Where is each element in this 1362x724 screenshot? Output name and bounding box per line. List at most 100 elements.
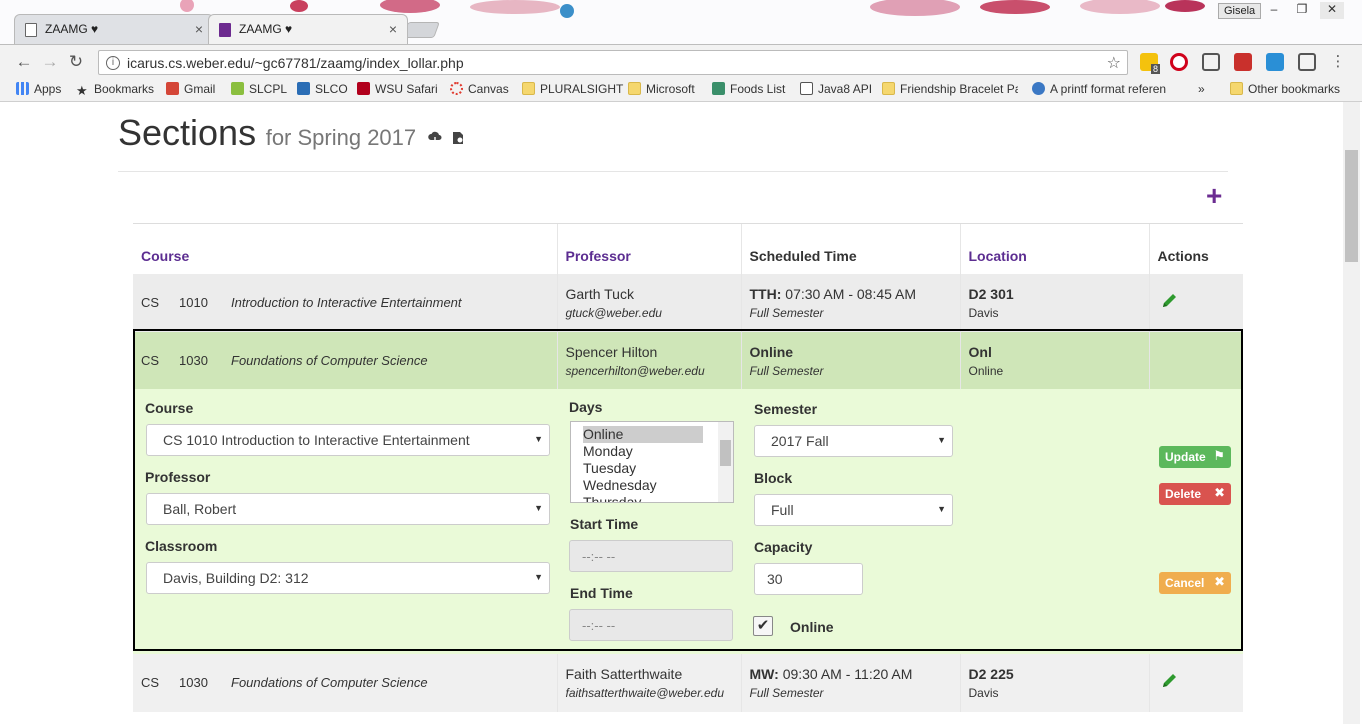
bookmark-printf-reference[interactable]: A printf format referen bbox=[1032, 82, 1168, 96]
close-window-button[interactable]: ✕ bbox=[1320, 2, 1344, 19]
course-dept: CS bbox=[141, 295, 160, 310]
screenshot-icon[interactable] bbox=[1266, 53, 1284, 71]
days-scroll-thumb[interactable] bbox=[720, 440, 731, 466]
bookmark-label: Foods List bbox=[730, 82, 786, 96]
update-button[interactable]: Update ⚑ bbox=[1159, 446, 1231, 468]
table-header-row: Course Professor Scheduled Time Location… bbox=[133, 223, 1243, 274]
bookmark-wsu-safari[interactable]: WSU Safari bbox=[357, 82, 438, 96]
folder-icon bbox=[522, 82, 535, 95]
bookmark-apps[interactable]: Apps bbox=[16, 82, 61, 96]
end-time-label: End Time bbox=[570, 585, 633, 601]
bookmark-canvas[interactable]: Canvas bbox=[450, 82, 509, 96]
page-header: Sections for Spring 2017 bbox=[118, 112, 465, 154]
theme-flower-decoration bbox=[380, 0, 440, 13]
tab-zaamg-1[interactable]: ZAAMG ♥ × bbox=[14, 14, 214, 44]
add-section-button[interactable]: + bbox=[1206, 182, 1222, 210]
wsu-favicon-icon bbox=[219, 23, 231, 37]
bookmark-other-bookmarks[interactable]: Other bookmarks bbox=[1230, 82, 1340, 96]
days-option[interactable]: Wednesday bbox=[583, 477, 733, 494]
professor-select[interactable]: Ball, Robert ▼ bbox=[146, 493, 550, 525]
opera-icon[interactable] bbox=[1170, 53, 1188, 71]
end-time-input[interactable]: --:-- -- bbox=[569, 609, 733, 641]
block-select[interactable]: Full ▼ bbox=[754, 494, 953, 526]
semester-select[interactable]: 2017 Fall ▼ bbox=[754, 425, 953, 457]
classroom-label: Classroom bbox=[145, 538, 218, 554]
days-option[interactable]: Online bbox=[583, 426, 703, 443]
bookmark-label: Apps bbox=[34, 82, 62, 96]
location-room: D2 225 bbox=[968, 665, 1014, 682]
bookmark-foods-list[interactable]: Foods List bbox=[712, 82, 785, 96]
schedule-days: TTH: bbox=[749, 285, 782, 302]
bookmark-microsoft[interactable]: Microsoft bbox=[628, 82, 695, 96]
days-multiselect[interactable]: Online Monday Tuesday Wednesday Thursday bbox=[570, 421, 734, 503]
online-checkbox[interactable]: ✔ bbox=[753, 616, 773, 636]
course-cell: CS 1010 Introduction to Interactive Entert… bbox=[133, 273, 557, 332]
profile-button[interactable]: Gisela bbox=[1218, 3, 1262, 19]
cloud-download-icon[interactable] bbox=[428, 131, 442, 145]
course-select[interactable]: CS 1010 Introduction to Interactive Ente… bbox=[146, 424, 550, 456]
tab-zaamg-2[interactable]: ZAAMG ♥ × bbox=[208, 14, 408, 44]
edit-pencil-icon[interactable] bbox=[1160, 672, 1178, 690]
update-button-label: Update bbox=[1165, 450, 1206, 464]
days-option[interactable]: Monday bbox=[583, 443, 733, 460]
professor-label: Professor bbox=[145, 469, 211, 485]
days-option[interactable]: Thursday bbox=[583, 494, 733, 502]
page-title: Sections bbox=[118, 112, 257, 153]
bookmark-friendship-bracelet[interactable]: Friendship Bracelet Pa bbox=[882, 82, 1018, 96]
bookmark-pluralsight[interactable]: PLURALSIGHT bbox=[522, 82, 623, 96]
theme-flower-decoration bbox=[290, 0, 308, 12]
bookmark-label: Microsoft bbox=[646, 82, 695, 96]
bookmarks-overflow-button[interactable]: » bbox=[1198, 82, 1205, 96]
days-option[interactable]: Tuesday bbox=[583, 460, 733, 477]
bookmark-slco[interactable]: SLCO bbox=[297, 82, 348, 96]
bookmark-star-icon[interactable]: ☆ bbox=[1107, 53, 1121, 73]
forward-button[interactable]: → bbox=[40, 52, 60, 72]
bookmark-bookmarks[interactable]: ★ Bookmarks bbox=[76, 82, 154, 97]
close-icon: ✖ bbox=[1214, 574, 1225, 589]
days-scrollbar[interactable] bbox=[718, 422, 733, 502]
bookmark-slcpl[interactable]: SLCPL bbox=[231, 82, 287, 96]
capacity-input[interactable]: 30 bbox=[754, 563, 863, 595]
slcpl-icon bbox=[231, 82, 244, 95]
page-viewport: Sections for Spring 2017 + Course Profes… bbox=[0, 102, 1362, 724]
table-row[interactable]: CS 1030 Foundations of Computer Science Fa… bbox=[133, 653, 1243, 712]
close-icon[interactable]: × bbox=[389, 21, 397, 37]
location-campus: Davis bbox=[968, 685, 999, 700]
page-scroll-thumb[interactable] bbox=[1345, 150, 1358, 262]
reload-button[interactable]: ↻ bbox=[66, 52, 86, 72]
bookmark-java8-api[interactable]: Java8 API bbox=[800, 82, 872, 96]
menu-icon[interactable]: ⋮ bbox=[1328, 52, 1348, 70]
column-header-course[interactable]: Course bbox=[133, 223, 557, 274]
close-icon[interactable]: × bbox=[195, 21, 203, 37]
delete-button[interactable]: Delete ✖ bbox=[1159, 483, 1231, 505]
minimize-button[interactable]: – bbox=[1262, 2, 1286, 19]
folder-icon bbox=[628, 82, 641, 95]
export-file-icon[interactable] bbox=[451, 131, 465, 145]
maximize-button[interactable]: ❐ bbox=[1290, 2, 1314, 19]
table-row[interactable]: CS 1010 Introduction to Interactive Entert… bbox=[133, 273, 1243, 332]
pdf-icon[interactable] bbox=[1234, 53, 1252, 71]
info-icon[interactable]: i bbox=[106, 56, 120, 70]
extension-notes-icon[interactable]: 8 bbox=[1140, 53, 1160, 74]
classroom-select[interactable]: Davis, Building D2: 312 ▼ bbox=[146, 562, 550, 594]
online-label: Online bbox=[790, 619, 834, 635]
address-bar[interactable]: i icarus.cs.weber.edu/~gc67781/zaamg/ind… bbox=[98, 50, 1128, 75]
foods-icon bbox=[712, 82, 725, 95]
column-header-location[interactable]: Location bbox=[959, 223, 1149, 274]
back-button[interactable]: ← bbox=[14, 52, 34, 72]
bookmark-gmail[interactable]: Gmail bbox=[166, 82, 215, 96]
column-header-professor[interactable]: Professor bbox=[556, 223, 741, 274]
semester-label: Semester bbox=[754, 401, 818, 417]
cancel-button[interactable]: Cancel ✖ bbox=[1159, 572, 1231, 594]
chevron-down-icon: ▼ bbox=[937, 435, 946, 445]
extension-icon[interactable] bbox=[1298, 53, 1316, 71]
page-scrollbar[interactable] bbox=[1343, 102, 1360, 724]
location-campus: Davis bbox=[968, 305, 999, 320]
cast-icon[interactable] bbox=[1202, 53, 1220, 71]
globe-icon bbox=[1032, 82, 1045, 95]
bookmark-label: Canvas bbox=[468, 82, 509, 96]
chevron-down-icon: ▼ bbox=[534, 572, 543, 582]
edit-pencil-icon[interactable] bbox=[1160, 292, 1178, 310]
course-cell: CS 1030 Foundations of Computer Science bbox=[133, 653, 557, 712]
start-time-input[interactable]: --:-- -- bbox=[569, 540, 733, 572]
